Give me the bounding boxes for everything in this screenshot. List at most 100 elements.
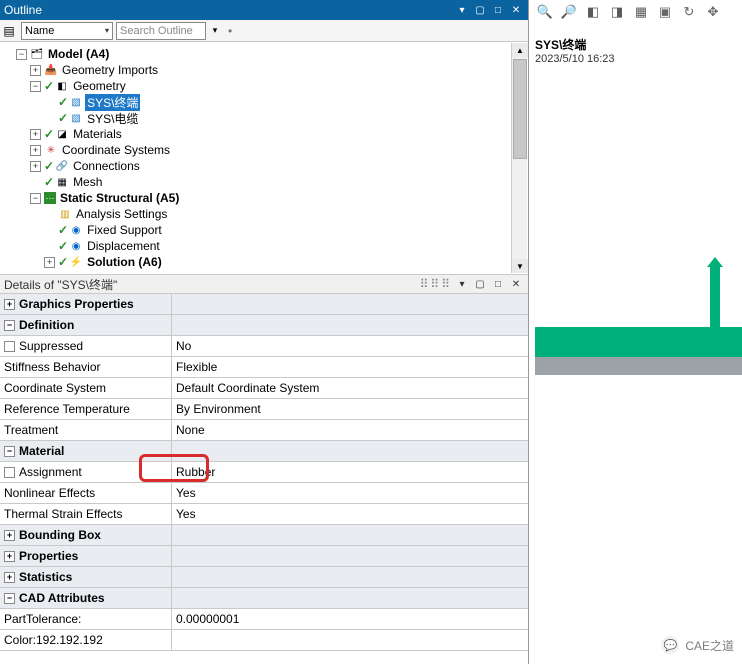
- expand-icon[interactable]: +: [30, 161, 41, 172]
- dot-icon: •: [228, 24, 232, 38]
- pin-icon[interactable]: ▢: [472, 276, 488, 292]
- expand-icon[interactable]: +: [4, 551, 15, 562]
- close-icon[interactable]: ✕: [508, 276, 524, 292]
- expand-icon[interactable]: +: [44, 257, 55, 268]
- tree-node-connections[interactable]: +✓🔗Connections: [2, 158, 526, 174]
- watermark: 💬 CAE之道: [661, 636, 734, 654]
- dropdown-icon[interactable]: ▾: [454, 2, 470, 18]
- tree-node-sys-terminal[interactable]: ✓▧SYS\终端: [2, 94, 526, 110]
- collapse-icon[interactable]: −: [30, 81, 41, 92]
- rotate-icon[interactable]: ↻: [679, 2, 699, 22]
- sort-combo[interactable]: Name ▾: [21, 22, 113, 40]
- expand-icon[interactable]: +: [4, 572, 15, 583]
- drag-handle-icon[interactable]: ⠿⠿⠿: [420, 277, 452, 291]
- category-statistics[interactable]: +Statistics: [0, 567, 528, 588]
- category-properties[interactable]: +Properties: [0, 546, 528, 567]
- tree-node-static-structural[interactable]: −⋯Static Structural (A5): [2, 190, 526, 206]
- expand-icon[interactable]: +: [4, 530, 15, 541]
- scroll-down-icon[interactable]: ▼: [512, 259, 528, 273]
- vertical-scrollbar[interactable]: ▲ ▼: [511, 43, 527, 273]
- property-row-thermal[interactable]: Thermal Strain EffectsYes: [0, 504, 528, 525]
- property-row-nonlinear[interactable]: Nonlinear EffectsYes: [0, 483, 528, 504]
- close-icon[interactable]: ✕: [508, 2, 524, 18]
- property-row-ref-temp[interactable]: Reference TemperatureBy Environment: [0, 399, 528, 420]
- check-icon: ✓: [44, 79, 54, 93]
- tree-node-materials[interactable]: +✓◪Materials: [2, 126, 526, 142]
- property-row-coord-system[interactable]: Coordinate SystemDefault Coordinate Syst…: [0, 378, 528, 399]
- geometry-beam: [535, 327, 742, 357]
- property-row-treatment[interactable]: TreatmentNone: [0, 420, 528, 441]
- details-panel-header: Details of "SYS\终端" ⠿⠿⠿ ▾ ▢ □ ✕: [0, 274, 528, 294]
- property-row-color[interactable]: Color:192.192.192: [0, 630, 528, 651]
- zoom-in-icon[interactable]: 🔍: [535, 2, 555, 22]
- shaded-icon[interactable]: ◨: [607, 2, 627, 22]
- viewer-toolbar: 🔍 🔎 ◧ ◨ ▦ ▣ ↻ ✥: [535, 2, 723, 22]
- wechat-icon: 💬: [661, 636, 679, 654]
- isometric-icon[interactable]: ◧: [583, 2, 603, 22]
- check-icon: ✓: [58, 111, 68, 125]
- tree-node-displacement[interactable]: ✓◉Displacement: [2, 238, 526, 254]
- expand-icon[interactable]: +: [4, 299, 15, 310]
- property-row-assignment[interactable]: AssignmentRubber: [0, 462, 528, 483]
- details-title: Details of "SYS\终端": [4, 276, 420, 293]
- property-row-suppressed[interactable]: SuppressedNo: [0, 336, 528, 357]
- category-material[interactable]: −Material: [0, 441, 528, 462]
- viewer-title: SYS\终端: [535, 36, 615, 53]
- details-panel-body: +Graphics Properties −Definition Suppres…: [0, 294, 528, 664]
- grid-icon[interactable]: ▣: [655, 2, 675, 22]
- tree-node-analysis-settings[interactable]: ▥Analysis Settings: [2, 206, 526, 222]
- import-icon: 📥: [44, 63, 58, 77]
- scroll-up-icon[interactable]: ▲: [512, 43, 528, 57]
- tree-node-sys-cable[interactable]: ✓▧SYS\电缆: [2, 110, 526, 126]
- tree-node-mesh[interactable]: ✓▦Mesh: [2, 174, 526, 190]
- expand-icon[interactable]: +: [30, 65, 41, 76]
- outline-panel-header: Outline ▾ ▢ □ ✕: [0, 0, 528, 20]
- outline-panel-title: Outline: [4, 3, 452, 17]
- zoom-out-icon[interactable]: 🔎: [559, 2, 579, 22]
- fit-icon[interactable]: ✥: [703, 2, 723, 22]
- wireframe-icon[interactable]: ▦: [631, 2, 651, 22]
- category-bounding-box[interactable]: +Bounding Box: [0, 525, 528, 546]
- settings-icon: ▥: [58, 207, 72, 221]
- graphics-viewer[interactable]: 🔍 🔎 ◧ ◨ ▦ ▣ ↻ ✥ SYS\终端 2023/5/10 16:23 💬…: [529, 0, 742, 664]
- collapse-icon[interactable]: −: [4, 446, 15, 457]
- check-icon: ✓: [58, 223, 68, 237]
- support-icon: ◉: [69, 223, 83, 237]
- outline-tree: ▲ ▼ −🗂Model (A4) +📥Geometry Imports −✓◧G…: [0, 42, 528, 274]
- highlight-box: [139, 454, 209, 482]
- maximize-icon[interactable]: □: [490, 2, 506, 18]
- expand-icon[interactable]: +: [30, 129, 41, 140]
- search-input[interactable]: Search Outline: [116, 22, 206, 40]
- category-definition[interactable]: −Definition: [0, 315, 528, 336]
- scroll-thumb[interactable]: [513, 59, 527, 159]
- dropdown-icon[interactable]: ▾: [454, 276, 470, 292]
- chevron-down-icon[interactable]: ▾: [206, 22, 224, 40]
- category-cad-attributes[interactable]: −CAD Attributes: [0, 588, 528, 609]
- collapse-icon[interactable]: −: [4, 320, 15, 331]
- model-geometry: [529, 255, 742, 375]
- collapse-icon[interactable]: −: [16, 49, 27, 60]
- model-icon: 🗂: [30, 47, 44, 61]
- tree-node-coord-systems[interactable]: +✳Coordinate Systems: [2, 142, 526, 158]
- filter-icon[interactable]: ▤: [0, 22, 18, 40]
- property-row-parttolerance[interactable]: PartTolerance:0.00000001: [0, 609, 528, 630]
- check-icon: ✓: [58, 239, 68, 253]
- tree-node-model[interactable]: −🗂Model (A4): [2, 46, 526, 62]
- collapse-icon[interactable]: −: [4, 593, 15, 604]
- expand-icon[interactable]: +: [30, 145, 41, 156]
- maximize-icon[interactable]: □: [490, 276, 506, 292]
- property-row-stiffness[interactable]: Stiffness BehaviorFlexible: [0, 357, 528, 378]
- checkbox[interactable]: [4, 341, 15, 352]
- tree-node-geometry[interactable]: −✓◧Geometry: [2, 78, 526, 94]
- collapse-icon[interactable]: −: [30, 193, 41, 204]
- checkbox[interactable]: [4, 467, 15, 478]
- tree-node-solution[interactable]: +✓⚡Solution (A6): [2, 254, 526, 270]
- check-icon: ✓: [44, 127, 54, 141]
- geometry-icon: ◧: [55, 79, 69, 93]
- check-icon: ✓: [44, 175, 54, 189]
- category-graphics-properties[interactable]: +Graphics Properties: [0, 294, 528, 315]
- check-icon: ✓: [44, 159, 54, 173]
- pin-icon[interactable]: ▢: [472, 2, 488, 18]
- tree-node-geometry-imports[interactable]: +📥Geometry Imports: [2, 62, 526, 78]
- tree-node-fixed-support[interactable]: ✓◉Fixed Support: [2, 222, 526, 238]
